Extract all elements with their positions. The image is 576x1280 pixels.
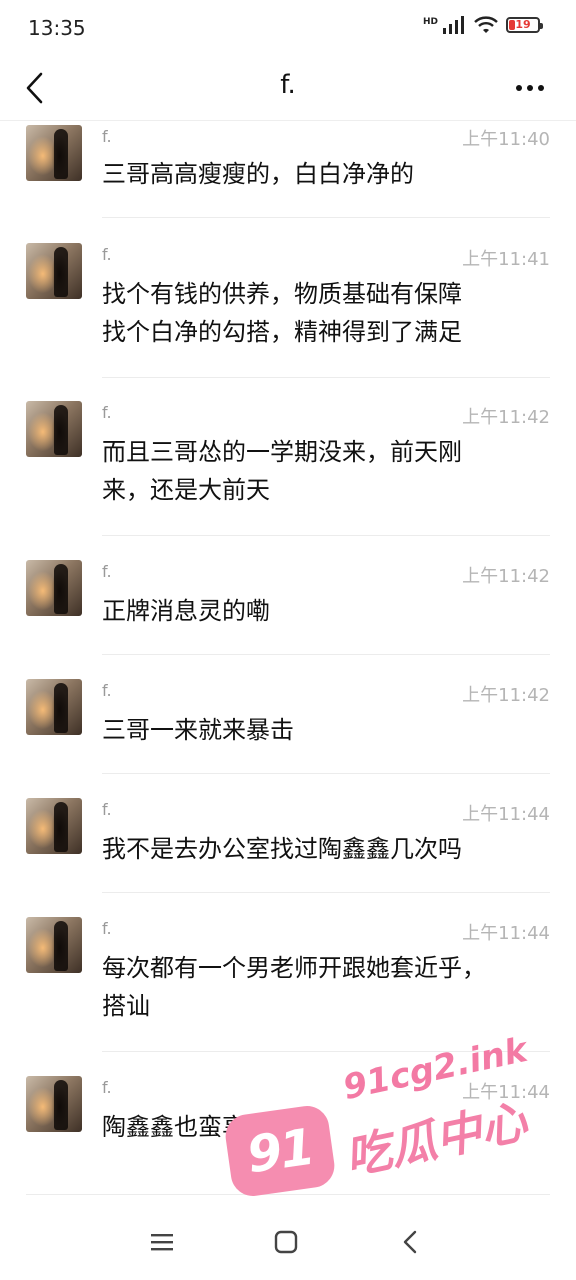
home-button[interactable] [262, 1218, 310, 1266]
sender-name: f. [102, 1078, 112, 1097]
message-line: 正牌消息灵的嘞 [102, 597, 270, 625]
divider [102, 377, 550, 378]
avatar[interactable] [26, 917, 82, 973]
home-square-icon [274, 1230, 298, 1254]
more-button[interactable] [510, 74, 550, 102]
status-icons: HD 19 [422, 16, 543, 34]
chat-header: f. [0, 56, 576, 120]
sender-name: f. [102, 681, 112, 700]
message-line: 三哥高高瘦瘦的，白白净净的 [102, 160, 414, 188]
back-chevron-icon [403, 1230, 417, 1254]
message-time: 上午11:42 [462, 407, 550, 428]
network-type-label: HD [422, 17, 438, 27]
divider [102, 535, 550, 536]
menu-button[interactable] [138, 1218, 186, 1266]
system-nav-bar [0, 1198, 576, 1280]
system-back-button[interactable] [386, 1218, 434, 1266]
message-line: 陶鑫鑫也蛮享受的 [102, 1113, 294, 1141]
message-text: 我不是去办公室找过陶鑫鑫几次吗 [102, 830, 532, 868]
message-line: 找个有钱的供养，物质基础有保障 [102, 280, 462, 308]
message-line: 搭讪 [102, 992, 150, 1020]
back-button[interactable] [18, 68, 50, 108]
message-time: 上午11:41 [462, 249, 550, 270]
divider [102, 1051, 550, 1052]
battery-level: 19 [515, 18, 531, 31]
avatar[interactable] [26, 125, 82, 181]
avatar[interactable] [26, 679, 82, 735]
message-time: 上午11:44 [462, 804, 550, 825]
message-line: 每次都有一个男老师开跟她套近乎， [102, 954, 486, 982]
message-text: 正牌消息灵的嘞 [102, 592, 532, 630]
divider [26, 1194, 550, 1195]
wifi-icon [474, 16, 498, 33]
chat-title: f. [280, 70, 296, 100]
menu-icon [151, 1234, 173, 1251]
message-time: 上午11:44 [462, 1082, 550, 1103]
status-bar: 13:35 HD 19 [0, 0, 576, 56]
sender-name: f. [102, 562, 112, 581]
battery-icon: 19 [506, 17, 543, 33]
message-text: 三哥高高瘦瘦的，白白净净的 [102, 155, 532, 193]
avatar[interactable] [26, 560, 82, 616]
message-text: 陶鑫鑫也蛮享受的 [102, 1108, 532, 1146]
message-list[interactable]: f. 上午11:40 三哥高高瘦瘦的，白白净净的 f. 上午11:41 找个有钱… [0, 120, 576, 1199]
message-time: 上午11:44 [462, 923, 550, 944]
sender-name: f. [102, 800, 112, 819]
avatar[interactable] [26, 798, 82, 854]
avatar[interactable] [26, 401, 82, 457]
avatar[interactable] [26, 243, 82, 299]
sender-name: f. [102, 245, 112, 264]
avatar[interactable] [26, 1076, 82, 1132]
message-text: 三哥一来就来暴击 [102, 711, 532, 749]
signal-icon [443, 16, 464, 34]
divider [102, 892, 550, 893]
more-dot [538, 85, 544, 91]
message-time: 上午11:42 [462, 566, 550, 587]
sender-name: f. [102, 127, 112, 146]
divider [102, 654, 550, 655]
message-text: 每次都有一个男老师开跟她套近乎， 搭讪 [102, 949, 532, 1025]
message-time: 上午11:42 [462, 685, 550, 706]
message-line: 三哥一来就来暴击 [102, 716, 294, 744]
sender-name: f. [102, 919, 112, 938]
sender-name: f. [102, 403, 112, 422]
divider [102, 773, 550, 774]
divider [102, 217, 550, 218]
message-line: 我不是去办公室找过陶鑫鑫几次吗 [102, 835, 462, 863]
message-text: 找个有钱的供养，物质基础有保障 找个白净的勾搭，精神得到了满足 [102, 275, 532, 351]
message-time: 上午11:40 [462, 129, 550, 150]
more-dot [527, 85, 533, 91]
more-dots-icon [516, 85, 522, 91]
chevron-left-icon [26, 72, 43, 104]
message-line: 找个白净的勾搭，精神得到了满足 [102, 318, 462, 346]
message-line: 来，还是大前天 [102, 476, 270, 504]
status-time: 13:35 [28, 16, 86, 40]
message-text: 而且三哥怂的一学期没来，前天刚 来，还是大前天 [102, 433, 532, 509]
message-line: 而且三哥怂的一学期没来，前天刚 [102, 438, 462, 466]
